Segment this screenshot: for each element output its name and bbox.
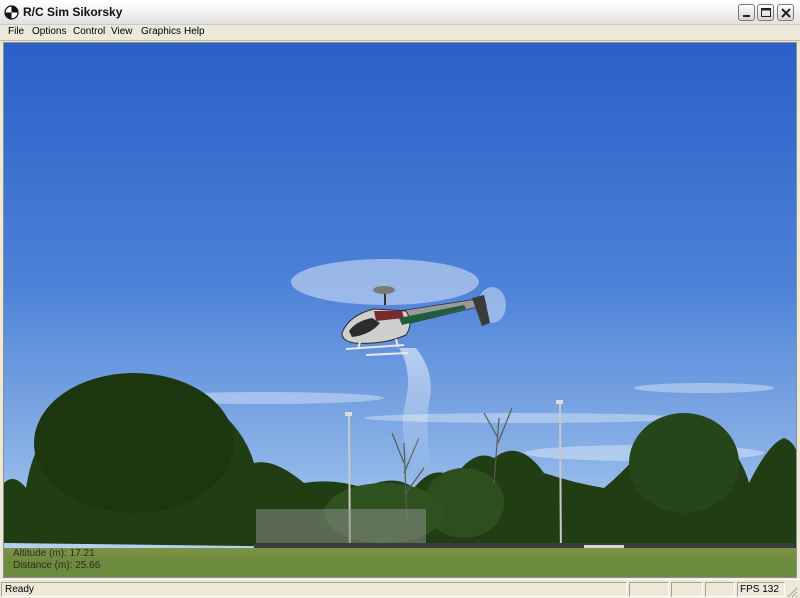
status-panel-4 [705, 582, 735, 597]
title-bar[interactable]: R/C Sim Sikorsky [0, 0, 800, 25]
resize-grip-icon[interactable] [786, 586, 798, 598]
maximize-icon [761, 8, 771, 17]
distance-readout: Distance (m): 25.66 [13, 560, 101, 571]
menu-graphics[interactable]: Graphics [140, 26, 182, 37]
maximize-button[interactable] [757, 4, 774, 21]
minimize-icon [743, 15, 750, 17]
menu-bar: File Options Control View Graphics Help [0, 25, 800, 41]
status-panel-3 [671, 582, 703, 597]
close-icon [781, 8, 791, 18]
simulation-viewport[interactable]: Altitude (m): 17.21 Distance (m): 25.66 [3, 42, 797, 578]
menu-control[interactable]: Control [72, 26, 106, 37]
status-bar: Ready FPS 132 [0, 579, 800, 598]
fps-readout: FPS 132 [740, 584, 779, 595]
menu-options[interactable]: Options [31, 26, 67, 37]
app-icon [4, 5, 19, 20]
status-panel-2 [629, 582, 669, 597]
menu-file[interactable]: File [7, 26, 25, 37]
menu-view[interactable]: View [110, 26, 134, 37]
minimize-button[interactable] [738, 4, 755, 21]
menu-help[interactable]: Help [183, 26, 206, 37]
status-panel-main [1, 582, 627, 597]
status-text: Ready [5, 584, 34, 595]
close-button[interactable] [777, 4, 794, 21]
altitude-readout: Altitude (m): 17.21 [13, 548, 95, 559]
scene-render [4, 43, 796, 577]
window-title: R/C Sim Sikorsky [23, 5, 123, 19]
